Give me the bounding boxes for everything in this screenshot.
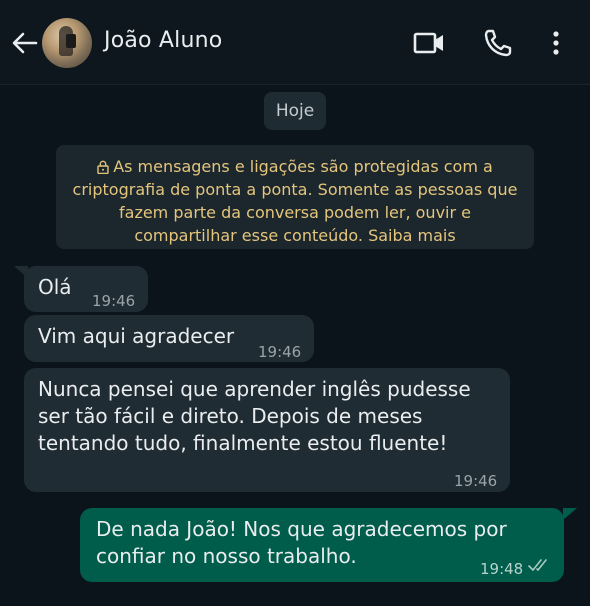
phone-icon[interactable] <box>482 26 514 60</box>
arrow-left-icon[interactable] <box>10 30 38 56</box>
message-text: De nada João! Nos que agradecemos por co… <box>96 517 507 568</box>
video-camera-icon[interactable] <box>412 26 446 60</box>
message-text: Vim aqui agradecer <box>38 324 235 348</box>
lock-icon <box>97 160 109 174</box>
message-bubble-outgoing[interactable]: De nada João! Nos que agradecemos por co… <box>80 508 564 582</box>
message-text: Olá <box>38 275 72 299</box>
message-time: 19:48 <box>480 560 524 578</box>
date-chip: Hoje <box>264 92 326 130</box>
avatar[interactable] <box>42 18 92 68</box>
encryption-notice-text: As mensagens e ligações são protegidas c… <box>72 157 518 245</box>
double-check-icon <box>528 559 547 571</box>
avatar-phone <box>66 34 76 48</box>
message-bubble-incoming[interactable]: Vim aqui agradecer 19:46 <box>24 315 314 362</box>
chat-header: João Aluno <box>0 0 590 85</box>
message-time: 19:46 <box>92 292 136 310</box>
message-time: 19:46 <box>258 343 302 361</box>
message-text: Nunca pensei que aprender inglês pudesse… <box>38 377 471 455</box>
bubble-tail <box>563 508 577 520</box>
encryption-notice[interactable]: As mensagens e ligações são protegidas c… <box>56 145 534 249</box>
message-time: 19:46 <box>454 472 498 490</box>
message-bubble-incoming[interactable]: Olá 19:46 <box>24 266 148 312</box>
more-vertical-icon[interactable] <box>546 26 566 60</box>
contact-name[interactable]: João Aluno <box>104 28 222 53</box>
message-bubble-incoming[interactable]: Nunca pensei que aprender inglês pudesse… <box>24 368 510 492</box>
